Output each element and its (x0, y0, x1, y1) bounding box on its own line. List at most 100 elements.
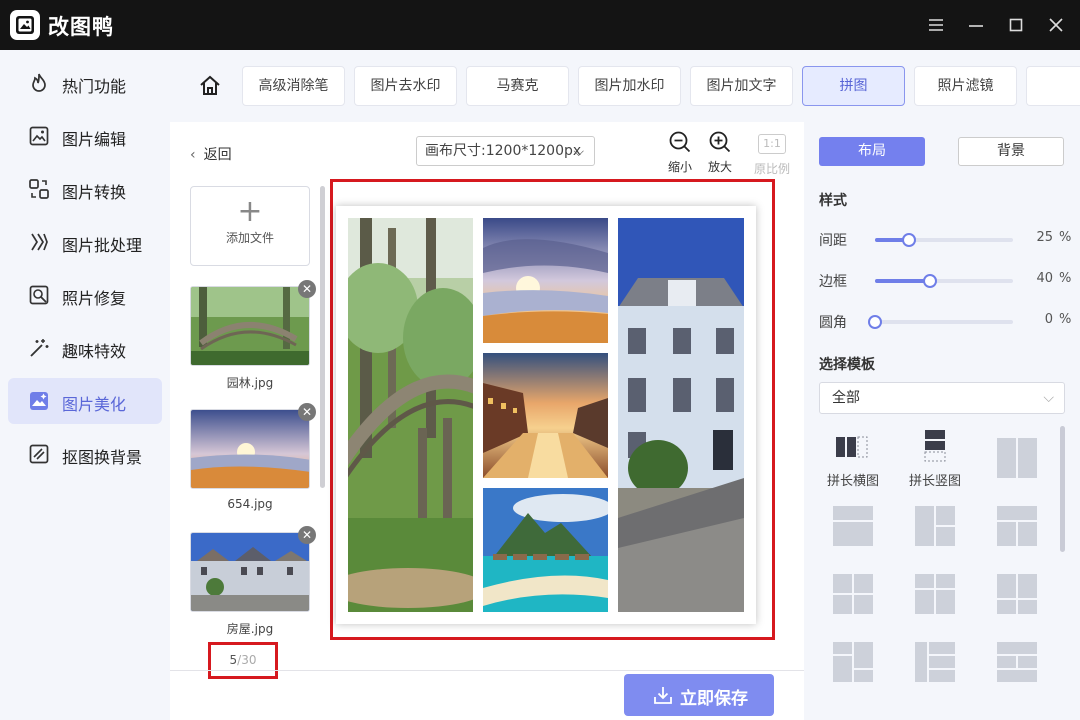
tab-mosaic[interactable]: 马赛克 (466, 66, 569, 106)
sidebar-item-batch[interactable]: 图片批处理 (8, 219, 162, 265)
remove-file-icon[interactable]: ✕ (298, 526, 316, 544)
template-caption: 拼长竖图 (908, 474, 961, 489)
tropical-island-photo (483, 488, 608, 612)
slider-handle[interactable] (868, 315, 882, 329)
template-long-horizontal[interactable] (834, 432, 870, 462)
sidebar-item-label: 图片美化 (62, 395, 127, 414)
collage-tile[interactable] (483, 218, 608, 343)
slider-unit: % (1059, 312, 1072, 327)
template-mixed-right[interactable] (915, 642, 955, 682)
remove-file-icon[interactable]: ✕ (298, 280, 316, 298)
save-button[interactable]: 立即保存 (624, 674, 774, 716)
tab-add-text[interactable]: 图片加文字 (690, 66, 793, 106)
sidebar-item-cutout[interactable]: 抠图换背景 (8, 431, 162, 477)
collage-workspace: ‹ 返回 画布尺寸:1200*1200px ⌵ 缩小 放大 1:1 原比例 + 添… (170, 122, 804, 720)
sidebar-item-repair[interactable]: 照片修复 (8, 272, 162, 318)
close-icon[interactable] (1044, 13, 1068, 37)
feature-toolbar: 高级消除笔 图片去水印 马赛克 图片加水印 图片加文字 拼图 照片滤镜 (170, 50, 1080, 122)
victorian-house-photo (618, 218, 744, 612)
template-top-split[interactable] (997, 506, 1037, 546)
file-thumbnail[interactable] (190, 409, 310, 489)
menu-icon[interactable] (924, 13, 948, 37)
garden-bridge-photo (348, 218, 473, 612)
batch-icon (31, 233, 48, 251)
template-grid-4-tall[interactable] (997, 574, 1037, 614)
add-file-label: 添加文件 (225, 231, 274, 245)
file-thumbnail[interactable] (190, 532, 310, 612)
slider-unit: % (1059, 230, 1072, 245)
image-edit-icon (29, 126, 49, 146)
add-file-button[interactable]: + 添加文件 (190, 186, 310, 266)
maximize-icon[interactable] (1004, 13, 1028, 37)
sidebar-item-label: 图片批处理 (62, 236, 143, 255)
sidebar-item-hot[interactable]: 热门功能 (8, 60, 162, 106)
sidebar-item-beautify[interactable]: 图片美化 (8, 378, 162, 424)
back-button[interactable]: ‹ 返回 (190, 144, 232, 164)
collage-tile[interactable] (348, 218, 473, 612)
sidebar-item-convert[interactable]: 图片转换 (8, 166, 162, 212)
collage-tile[interactable] (618, 218, 744, 612)
slider-label: 圆角 (819, 315, 847, 331)
photo-repair-icon (29, 285, 49, 305)
slider-value: 40 (1036, 271, 1053, 286)
template-grid-4[interactable] (833, 574, 873, 614)
template-top-bottom[interactable] (833, 506, 873, 546)
file-name: 园林.jpg (226, 376, 274, 390)
template-section-title: 选择模板 (819, 357, 875, 373)
remove-file-icon[interactable]: ✕ (298, 403, 316, 421)
flame-icon (32, 73, 46, 92)
collage-canvas[interactable] (336, 206, 756, 624)
slider-handle[interactable] (902, 233, 916, 247)
tab-background[interactable]: 背景 (958, 137, 1064, 166)
zoom-out-label: 缩小 (667, 160, 692, 174)
spacing-slider[interactable]: 间距 25 % (819, 230, 1072, 250)
tab-advanced-eraser[interactable]: 高级消除笔 (242, 66, 345, 106)
garden-thumbnail (191, 287, 309, 365)
tab-photo-filter[interactable]: 照片滤镜 (914, 66, 1017, 106)
zoom-in-label: 放大 (707, 160, 732, 174)
slider-handle[interactable] (923, 274, 937, 288)
slider-fill (875, 279, 930, 283)
file-list-scrollbar[interactable] (320, 186, 325, 488)
tab-collage[interactable]: 拼图 (802, 66, 905, 106)
canal-sunset-photo (483, 353, 608, 478)
corner-radius-slider[interactable]: 圆角 0 % (819, 312, 1072, 332)
ratio-badge: 1:1 (758, 134, 786, 154)
template-caption: 拼长横图 (826, 474, 879, 489)
minimize-icon[interactable] (964, 13, 988, 37)
template-scrollbar[interactable] (1060, 426, 1065, 552)
canvas-size-select[interactable]: 画布尺寸:1200*1200px ⌵ (416, 136, 595, 166)
file-name: 房屋.jpg (226, 622, 274, 636)
template-filter-select[interactable]: 全部 ⌵ (819, 382, 1065, 414)
tab-remove-watermark[interactable]: 图片去水印 (354, 66, 457, 106)
canvas-size-value: 画布尺寸:1200*1200px (425, 143, 582, 159)
zoom-out-button[interactable]: 缩小 (663, 130, 697, 175)
sidebar-item-effects[interactable]: 趣味特效 (8, 325, 162, 371)
home-icon[interactable] (198, 74, 222, 98)
template-two-columns[interactable] (997, 438, 1037, 478)
zoom-in-button[interactable]: 放大 (703, 130, 737, 175)
sidebar-item-label: 照片修复 (62, 289, 127, 308)
collage-tile[interactable] (483, 488, 608, 612)
sidebar-item-edit[interactable]: 图片编辑 (8, 113, 162, 159)
file-thumbnail[interactable] (190, 286, 310, 366)
zoom-in-icon (709, 131, 731, 153)
template-mixed-left[interactable] (833, 642, 873, 682)
collage-tile[interactable] (483, 353, 608, 478)
tab-add-watermark[interactable]: 图片加水印 (578, 66, 681, 106)
slider-unit: % (1059, 271, 1072, 286)
tab-layout[interactable]: 布局 (819, 137, 925, 166)
border-slider[interactable]: 边框 40 % (819, 271, 1072, 291)
tab-more[interactable] (1026, 66, 1080, 106)
slider-track[interactable] (875, 320, 1013, 324)
template-filter-value: 全部 (832, 390, 860, 406)
footer-divider (170, 670, 804, 671)
template-left-split[interactable] (915, 506, 955, 546)
sidebar-item-label: 图片转换 (62, 183, 127, 202)
template-rows-3[interactable] (997, 642, 1037, 682)
template-grid-4-wide[interactable] (915, 574, 955, 614)
convert-icon (29, 179, 49, 199)
template-long-vertical[interactable] (917, 428, 953, 466)
original-ratio-button[interactable]: 1:1 原比例 (753, 130, 791, 177)
houses-thumbnail (191, 533, 309, 611)
